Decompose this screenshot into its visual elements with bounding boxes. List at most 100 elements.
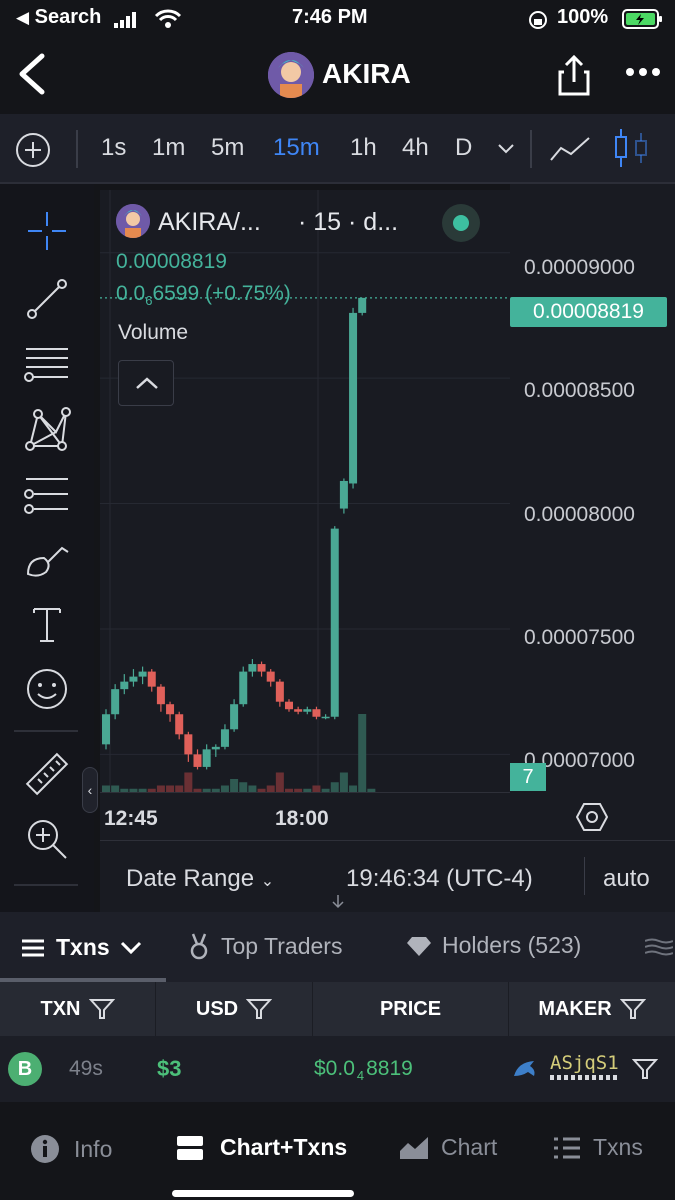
volume-label: Volume — [118, 321, 189, 344]
dolphin-icon — [512, 1058, 538, 1085]
emoji-icon[interactable] — [22, 664, 72, 714]
timeframe-5m[interactable]: 5m — [211, 134, 244, 162]
chart-toolbar: 1s 1m 5m 15m 1h 4h D — [0, 114, 675, 184]
candle-body — [193, 754, 202, 767]
tab-holders[interactable]: Holders (523) — [406, 932, 581, 959]
chart-txns-icon — [177, 1135, 203, 1160]
add-indicator-icon[interactable] — [15, 132, 51, 173]
nav-bar: AKIRA — [0, 38, 675, 114]
forecast-icon[interactable] — [22, 469, 72, 519]
candle-body — [266, 671, 275, 682]
liquidity-icon[interactable] — [644, 938, 674, 961]
diamond-icon — [407, 936, 431, 956]
column-usd[interactable]: USD — [156, 982, 313, 1036]
timeframe-d[interactable]: D — [455, 134, 472, 162]
share-icon[interactable] — [556, 54, 592, 103]
timeframe-15m[interactable]: 15m — [273, 134, 320, 162]
zoom-in-icon[interactable] — [22, 814, 72, 864]
signal-icon — [114, 12, 140, 33]
home-indicator — [172, 1190, 354, 1197]
settings-hexagon-icon[interactable] — [575, 802, 609, 837]
collapse-legend-button[interactable] — [118, 360, 174, 406]
maker-address[interactable]: ASjqS1 — [550, 1052, 619, 1074]
line-chart-icon[interactable] — [549, 134, 591, 169]
tab-top-traders[interactable]: Top Traders — [187, 932, 342, 960]
divider — [14, 884, 78, 886]
column-price[interactable]: PRICE — [313, 982, 509, 1036]
buy-badge: B — [8, 1052, 42, 1086]
candle-body — [275, 681, 284, 702]
area-chart-icon — [400, 1136, 428, 1159]
trend-line-icon[interactable] — [22, 274, 72, 324]
chevron-down-icon — [120, 941, 141, 954]
auto-scale-button[interactable]: auto — [603, 865, 650, 893]
candlestick-icon[interactable] — [611, 127, 655, 176]
txn-price: $0.0 48819 — [314, 1057, 413, 1083]
candle-body — [147, 671, 156, 687]
candle-body — [138, 671, 147, 677]
collapse-toolbar-button[interactable]: ‹ — [82, 767, 98, 813]
volume-bar — [339, 772, 348, 792]
price-chart[interactable]: AKIRA/... · 15 · d... 0.00008819 0.06659… — [100, 190, 510, 792]
column-maker[interactable]: MAKER — [509, 982, 675, 1036]
time-axis[interactable]: 12:45 18:00 — [100, 792, 510, 840]
fib-lines-icon[interactable] — [22, 339, 72, 389]
more-icon[interactable] — [626, 64, 660, 82]
candle-body — [330, 528, 339, 717]
crosshair-icon[interactable] — [22, 206, 72, 256]
candle-body — [303, 709, 312, 712]
candle-body — [285, 701, 293, 710]
status-back[interactable]: ◀ Search — [16, 6, 101, 29]
timeframe-4h[interactable]: 4h — [402, 134, 429, 162]
candle-body — [248, 664, 257, 672]
volume-bar — [358, 714, 367, 792]
price-axis[interactable]: 0.00009000 0.00008500 0.00008000 0.00007… — [510, 184, 675, 840]
timezone-clock[interactable]: 19:46:34 (UTC-4) — [346, 865, 533, 893]
timeframe-1h[interactable]: 1h — [350, 134, 377, 162]
info-icon — [31, 1135, 59, 1163]
candlestick-chart — [100, 190, 510, 792]
filter-icon[interactable] — [631, 1058, 659, 1085]
y-tick-label: 0.00009000 — [524, 256, 635, 279]
nav-chart-txns-label: Chart+Txns — [220, 1134, 348, 1160]
range-bar: Date Range ⌄ 19:46:34 (UTC-4) auto — [100, 840, 675, 929]
wifi-icon — [154, 8, 182, 35]
timeframe-1s[interactable]: 1s — [101, 134, 126, 162]
ruler-icon[interactable] — [22, 749, 72, 799]
candle-body — [321, 716, 330, 719]
table-row[interactable]: B 49s $3 $0.0 48819 ASjqS1 — [0, 1036, 675, 1102]
filter-icon — [246, 999, 273, 1019]
nav-info[interactable]: Info — [30, 1134, 112, 1164]
candle-body — [111, 689, 120, 715]
volume-bar — [239, 782, 248, 792]
tab-txns[interactable]: Txns — [20, 934, 142, 961]
txn-usd: $3 — [157, 1056, 182, 1081]
status-bar: ◀ Search 7:46 PM 100% — [0, 0, 675, 38]
status-time: 7:46 PM — [292, 6, 368, 28]
nav-chart[interactable]: Chart — [399, 1134, 497, 1161]
pattern-icon[interactable] — [22, 404, 72, 454]
candle-body — [239, 671, 248, 705]
live-indicator — [442, 204, 480, 242]
filter-icon — [88, 999, 115, 1019]
back-button[interactable] — [14, 52, 48, 101]
timeframe-1m[interactable]: 1m — [152, 134, 185, 162]
date-range-button[interactable]: Date Range ⌄ — [126, 865, 274, 893]
legend-change-prefix: 0.0 — [116, 282, 146, 305]
legend-change: 0.066599 (+0.75%) — [116, 282, 291, 308]
volume-bar — [330, 782, 339, 792]
candle-body — [175, 714, 184, 735]
medal-icon — [190, 933, 208, 960]
column-txn[interactable]: TXN — [0, 982, 156, 1036]
nav-chart-txns[interactable]: Chart+Txns — [176, 1134, 347, 1161]
text-tool-icon[interactable] — [22, 599, 72, 649]
volume-bar — [275, 772, 284, 792]
brush-icon[interactable] — [22, 534, 72, 584]
chevron-down-icon[interactable] — [497, 142, 515, 160]
y-tick-label: 0.00008000 — [524, 503, 635, 526]
candle-body — [166, 704, 175, 715]
candle-body — [102, 714, 110, 745]
chevron-up-icon — [136, 377, 158, 389]
pair-interval: · 15 · d... — [298, 208, 399, 236]
nav-txns[interactable]: Txns — [553, 1134, 643, 1161]
